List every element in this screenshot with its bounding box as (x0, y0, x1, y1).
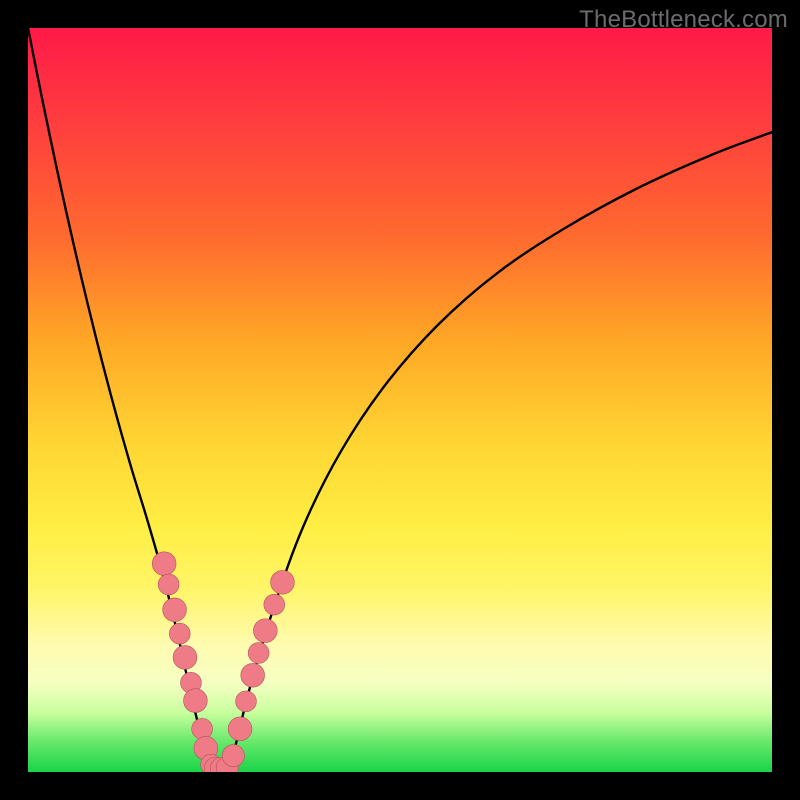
data-marker (192, 718, 213, 739)
data-marker (264, 594, 285, 615)
data-marker (169, 623, 190, 644)
data-marker (158, 574, 179, 595)
data-marker (271, 570, 295, 594)
data-marker (184, 689, 208, 713)
data-marker (173, 646, 197, 670)
data-marker (163, 598, 187, 622)
data-marker (222, 744, 244, 766)
chart-svg (28, 28, 772, 772)
data-marker (152, 552, 176, 576)
marker-layer (152, 552, 294, 772)
data-marker (248, 643, 269, 664)
data-marker (253, 619, 277, 643)
data-marker (228, 717, 252, 741)
plot-area (28, 28, 772, 772)
data-marker (241, 663, 265, 687)
watermark-text: TheBottleneck.com (579, 6, 788, 34)
curve-right-branch (229, 132, 772, 772)
chart-frame: TheBottleneck.com (0, 0, 800, 800)
curve-layer (28, 28, 772, 772)
data-marker (236, 691, 257, 712)
